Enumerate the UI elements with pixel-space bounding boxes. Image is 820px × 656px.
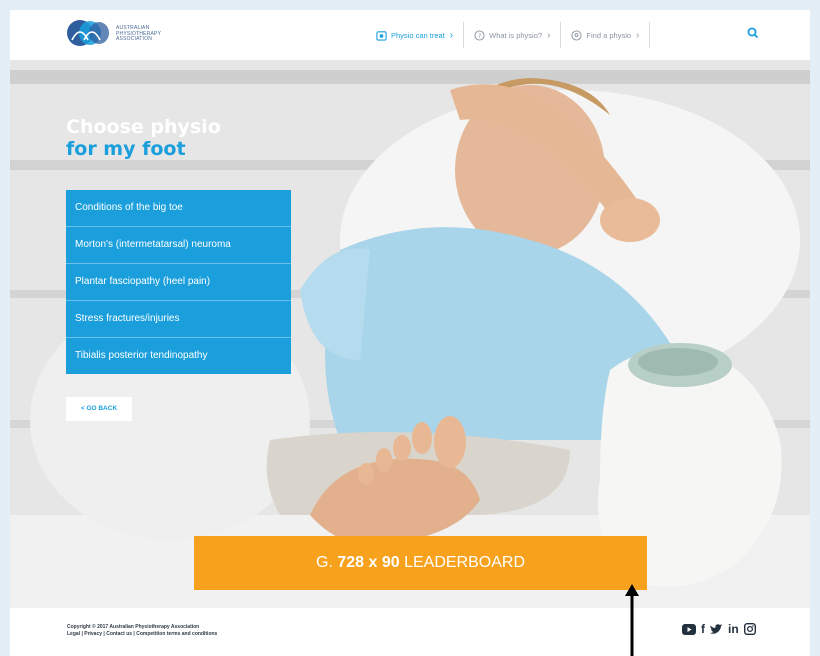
nav-item-physio-can-treat[interactable]: Physio can treat › — [366, 22, 465, 48]
linkedin-icon[interactable]: in — [728, 622, 739, 636]
logo-line: ASSOCIATION — [116, 36, 153, 42]
chevron-right-icon: › — [547, 29, 551, 41]
nav-item-label: What is physio? — [489, 30, 543, 40]
hero-banner: Choose physio for my foot Conditions of … — [10, 60, 810, 608]
main-nav: Physio can treat › ? What is physio? › F… — [366, 22, 651, 48]
chevron-right-icon: › — [636, 29, 640, 41]
logo-text: AUSTRALIAN PHYSIOTHERAPY ASSOCIATION — [116, 25, 161, 43]
nav-item-label: Find a physio — [586, 30, 632, 40]
go-back-button[interactable]: < GO BACK — [66, 397, 132, 421]
menu-item-tibialis-posterior[interactable]: Tibialis posterior tendinopathy — [66, 338, 291, 374]
leaderboard-prefix: G. — [316, 554, 333, 571]
menu-item-big-toe[interactable]: Conditions of the big toe — [66, 190, 291, 227]
nav-item-find-a-physio[interactable]: Find a physio › — [561, 22, 651, 48]
page-title: Choose physio for my foot — [66, 116, 221, 160]
title-line-2: for my foot — [66, 138, 186, 160]
leaderboard-ad[interactable]: G. 728 x 90 LEADERBOARD — [194, 536, 647, 590]
pointer-arrow-icon — [625, 584, 639, 656]
svg-text:?: ? — [478, 31, 481, 39]
instagram-icon[interactable] — [743, 623, 756, 635]
facebook-icon[interactable]: f — [701, 622, 705, 636]
location-icon — [571, 29, 582, 41]
chevron-right-icon: › — [449, 29, 454, 41]
physio-icon — [376, 30, 387, 41]
search-icon[interactable] — [746, 26, 760, 40]
youtube-icon[interactable] — [682, 623, 696, 635]
menu-item-plantar-fasciopathy[interactable]: Plantar fasciopathy (heel pain) — [66, 264, 291, 301]
social-links: f in — [682, 622, 756, 636]
nav-item-what-is-physio[interactable]: ? What is physio? › — [464, 22, 562, 48]
apa-logo[interactable]: AUSTRALIAN PHYSIOTHERAPY ASSOCIATION — [66, 18, 216, 50]
leaderboard-label: LEADERBOARD — [404, 554, 525, 571]
footer-links[interactable]: Legal | Privacy | Contact us | Competiti… — [67, 631, 217, 638]
leaderboard-size: 728 x 90 — [337, 554, 400, 571]
condition-menu: Conditions of the big toe Morton's (inte… — [66, 190, 291, 374]
menu-item-stress-fractures[interactable]: Stress fractures/injuries — [66, 301, 291, 338]
menu-item-mortons-neuroma[interactable]: Morton's (intermetatarsal) neuroma — [66, 227, 291, 264]
apa-logo-mark-icon — [67, 20, 109, 46]
nav-item-label: Physio can treat — [391, 30, 445, 40]
copyright-text: Copyright © 2017 Australian Physiotherap… — [67, 624, 200, 630]
title-line-1: Choose physio — [66, 116, 221, 138]
site-header: AUSTRALIAN PHYSIOTHERAPY ASSOCIATION Phy… — [10, 10, 810, 60]
twitter-icon[interactable] — [710, 623, 723, 635]
footer-copy: Copyright © 2017 Australian Physiotherap… — [67, 624, 217, 638]
page: AUSTRALIAN PHYSIOTHERAPY ASSOCIATION Phy… — [10, 10, 810, 656]
question-icon: ? — [474, 29, 485, 41]
site-footer: Copyright © 2017 Australian Physiotherap… — [10, 608, 810, 656]
